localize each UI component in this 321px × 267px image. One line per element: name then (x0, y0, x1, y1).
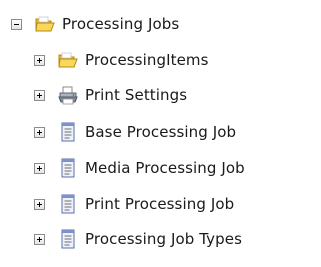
expand-toggle-icon[interactable] (34, 89, 45, 101)
tree-node-label: Print Settings (85, 86, 188, 104)
tree-node-print-processing-job[interactable]: Print Processing Job (34, 190, 234, 218)
document-icon (61, 158, 75, 178)
tree-node-label: ProcessingItems (85, 51, 209, 69)
folder-open-icon (58, 52, 78, 68)
printer-icon (58, 86, 78, 105)
folder-open-icon (35, 16, 55, 32)
tree-node-label: Media Processing Job (85, 159, 245, 177)
tree-node-processing-jobs[interactable]: Processing Jobs (11, 10, 179, 38)
document-icon (61, 122, 75, 142)
tree-node-label: Processing Jobs (62, 15, 180, 33)
document-icon (61, 194, 75, 214)
expand-toggle-icon[interactable] (34, 162, 45, 174)
tree-node-processing-items[interactable]: ProcessingItems (34, 46, 209, 74)
document-icon (61, 229, 75, 249)
expand-toggle-icon[interactable] (34, 233, 45, 245)
collapse-toggle-icon[interactable] (11, 18, 22, 30)
expand-toggle-icon[interactable] (34, 198, 45, 210)
tree-node-label: Processing Job Types (85, 230, 243, 248)
tree-node-label: Base Processing Job (85, 123, 237, 141)
tree-node-print-settings[interactable]: Print Settings (34, 81, 187, 109)
tree-node-processing-job-types[interactable]: Processing Job Types (34, 225, 242, 253)
tree-node-media-processing-job[interactable]: Media Processing Job (34, 154, 245, 182)
tree-node-label: Print Processing Job (85, 195, 235, 213)
tree-view: Processing Jobs ProcessingItems Print Se… (0, 0, 321, 267)
expand-toggle-icon[interactable] (34, 126, 45, 138)
tree-node-base-processing-job[interactable]: Base Processing Job (34, 118, 236, 146)
expand-toggle-icon[interactable] (34, 54, 45, 66)
